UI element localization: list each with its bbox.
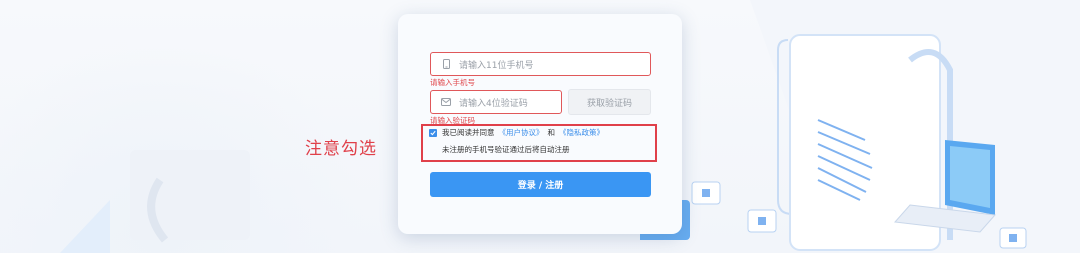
envelope-icon	[441, 97, 451, 107]
agree-prefix-text: 我已阅读并同意	[442, 128, 495, 137]
background-left-illustration	[0, 0, 400, 253]
auto-register-note: 未注册的手机号验证通过后将自动注册	[442, 145, 570, 154]
phone-input[interactable]: 请输入11位手机号	[430, 52, 651, 76]
code-input[interactable]: 请输入4位验证码	[430, 90, 562, 114]
checkmark-icon	[430, 130, 436, 135]
privacy-policy-link[interactable]: 《隐私政策》	[559, 127, 604, 138]
background-right-illustration	[630, 0, 1080, 253]
agreement-row: 我已阅读并同意 《用户协议》 和 《隐私政策》	[429, 127, 604, 138]
code-placeholder: 请输入4位验证码	[459, 98, 528, 109]
agree-checkbox[interactable]	[429, 128, 437, 137]
phone-placeholder: 请输入11位手机号	[459, 60, 534, 71]
and-text: 和	[547, 128, 556, 137]
mobile-phone-icon	[441, 59, 451, 69]
get-code-button[interactable]: 获取验证码	[568, 89, 651, 115]
phone-error-message: 请输入手机号	[430, 78, 475, 87]
annotation-label: 注意勾选	[305, 139, 377, 159]
login-register-button[interactable]: 登录 / 注册	[430, 172, 651, 197]
user-agreement-link[interactable]: 《用户协议》	[499, 127, 544, 138]
